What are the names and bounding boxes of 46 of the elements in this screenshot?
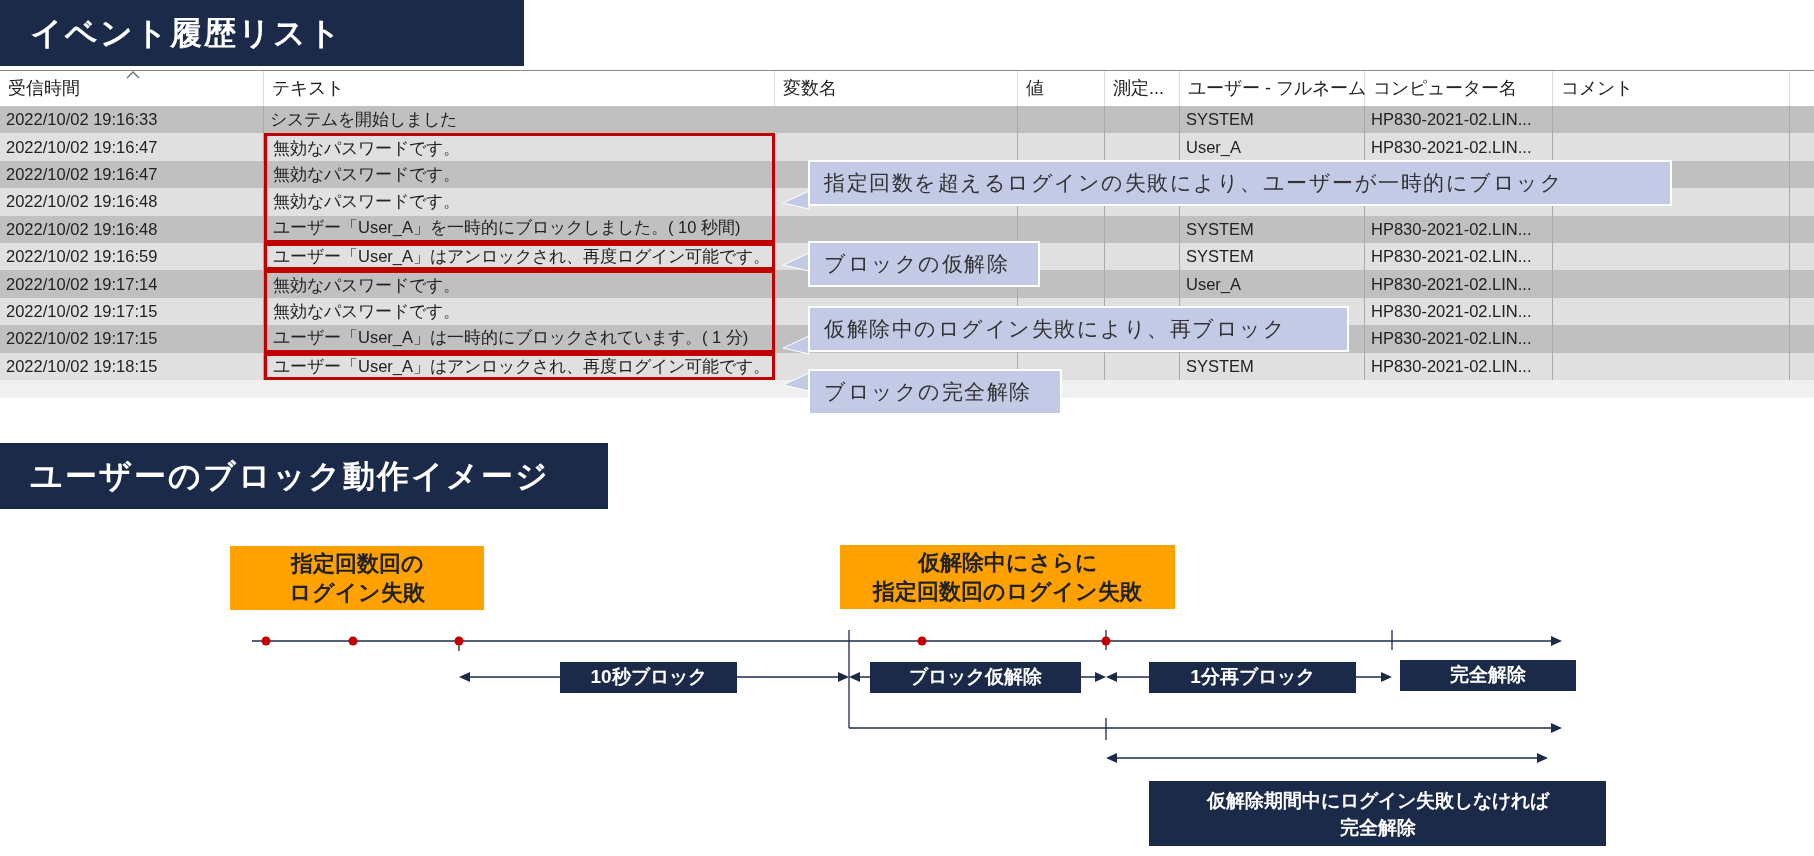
table-cell-text: 2022/10/02 19:16:47 [5, 136, 159, 158]
phase-label: 完全解除 [1400, 660, 1576, 691]
table-cell-text: システムを開始しました [269, 109, 458, 131]
table-cell-text: 2022/10/02 19:18:15 [5, 355, 159, 377]
callout: 仮解除中のログイン失敗により、再ブロック [808, 306, 1349, 352]
callout: ブロックの仮解除 [808, 241, 1040, 287]
note-text: 仮解除期間中にログイン失敗しなければ 完全解除 [1206, 788, 1549, 840]
table-cell: ユーザー「User_A」はアンロックされ、再度ログイン可能です。 [264, 242, 775, 271]
table-cell-text: 2022/10/02 19:16:33 [5, 109, 159, 131]
trigger-text: 指定回数回の ログイン失敗 [289, 550, 425, 607]
table-cell: ユーザー「User_A」は一時的にブロックされています。( 1 分) [264, 325, 775, 353]
table-cell-text: User_A [1185, 273, 1243, 295]
table-cell-text: SYSTEM [1185, 218, 1255, 240]
table-cell-text: HP830-2021-02.LIN... [1370, 273, 1533, 295]
table-cell-text: 2022/10/02 19:17:15 [5, 328, 159, 350]
table-cell-text: HP830-2021-02.LIN... [1370, 301, 1533, 323]
table-cell-text: 2022/10/02 19:17:14 [5, 273, 159, 295]
table-cell-text: HP830-2021-02.LIN... [1370, 355, 1533, 377]
table-cell-text: HP830-2021-02.LIN... [1370, 246, 1533, 268]
section-title: イベント履歴リスト [0, 0, 524, 66]
table-cell-text: 2022/10/02 19:17:15 [5, 301, 159, 323]
phase-label: ブロック仮解除 [870, 662, 1081, 693]
table-cell-text: SYSTEM [1185, 109, 1255, 131]
table-cell-text: 2022/10/02 19:16:59 [5, 246, 159, 268]
callout: 指定回数を超えるログインの失敗により、ユーザーが一時的にブロック [808, 160, 1672, 206]
table-cell-text: 2022/10/02 19:16:47 [5, 164, 159, 186]
table-cell-text: HP830-2021-02.LIN... [1370, 218, 1533, 240]
table-cell-text: HP830-2021-02.LIN... [1370, 136, 1533, 158]
table-cell-text: User_A [1185, 136, 1243, 158]
table-cell-text: HP830-2021-02.LIN... [1370, 109, 1533, 131]
section-title: ユーザーのブロック動作イメージ [0, 443, 608, 509]
phase-label: 1分再ブロック [1149, 662, 1356, 693]
callout-pointer [782, 334, 810, 356]
callout: ブロックの完全解除 [808, 369, 1062, 415]
table-cell-text: SYSTEM [1185, 246, 1255, 268]
table-cell-text: SYSTEM [1185, 355, 1255, 377]
callout-pointer [782, 251, 810, 273]
callout-pointer [782, 189, 810, 211]
trigger-text: 仮解除中にさらに 指定回数回のログイン失敗 [873, 549, 1142, 606]
table-cell: ユーザー「User_A」はアンロックされ、再度ログイン可能です。 [264, 352, 775, 380]
table-cell: ユーザー「User_A」を一時的にブロックしました。( 10 秒間) [264, 215, 775, 243]
phase-label: 10秒ブロック [560, 662, 737, 693]
table-cell-text: HP830-2021-02.LIN... [1370, 328, 1533, 350]
table-cell-text: 2022/10/02 19:16:48 [5, 218, 159, 240]
callout-pointer [782, 371, 810, 393]
table-cell-text: 2022/10/02 19:16:48 [5, 191, 159, 213]
